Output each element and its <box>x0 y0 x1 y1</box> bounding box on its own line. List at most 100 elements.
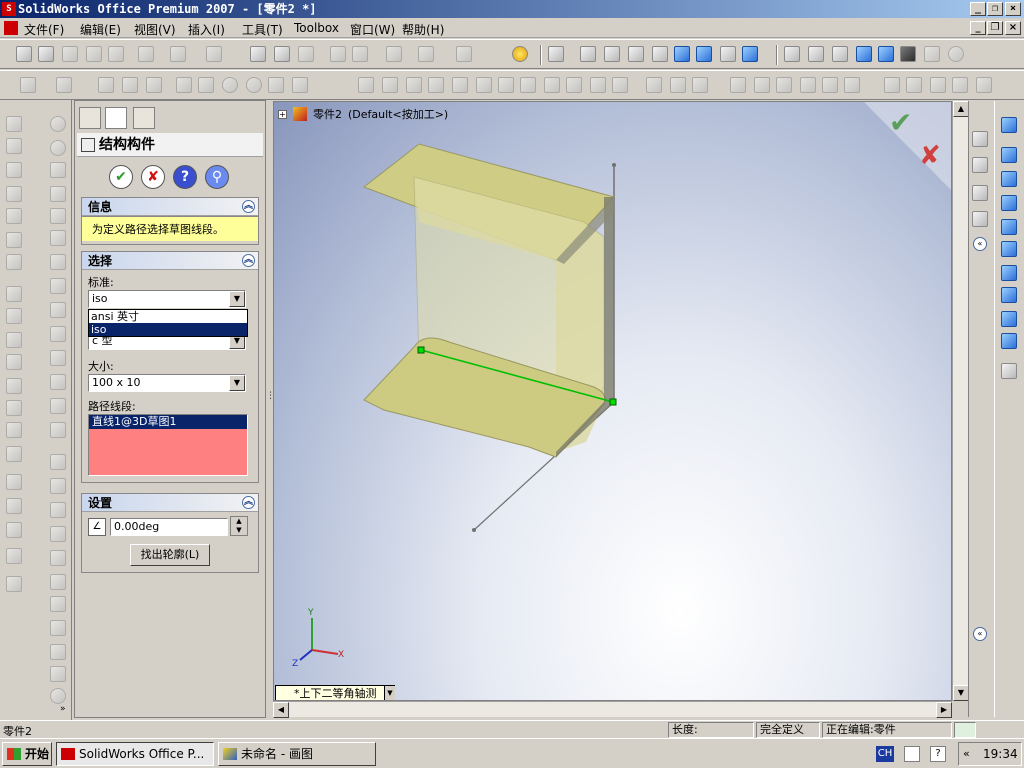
save-icon[interactable] <box>62 46 78 62</box>
hole-icon[interactable] <box>6 400 22 416</box>
menu-view[interactable]: 视图(V) <box>134 21 176 38</box>
3d-sketch-icon[interactable] <box>98 77 114 93</box>
start-button[interactable]: 开始 <box>2 742 52 766</box>
select-icon[interactable] <box>250 46 266 62</box>
offset-icon[interactable] <box>590 77 606 93</box>
graphics-vertical-scrollbar[interactable]: ▲ ▼ <box>952 101 969 701</box>
front-view-icon[interactable] <box>1001 147 1017 163</box>
input-language-indicator[interactable]: CH <box>876 746 894 762</box>
display-relations-icon[interactable] <box>844 77 860 93</box>
shaded-with-edges-icon[interactable] <box>856 46 872 62</box>
angle-icon[interactable] <box>50 230 66 246</box>
extruded-boss-icon[interactable] <box>6 116 22 132</box>
help-tray-icon[interactable]: ? <box>930 746 946 762</box>
rotate-icon[interactable] <box>776 77 792 93</box>
check-sketch-icon[interactable] <box>50 278 66 294</box>
lofted-boss-icon[interactable] <box>6 186 22 202</box>
fillet-icon[interactable] <box>544 77 560 93</box>
zoom-area-icon[interactable] <box>604 46 620 62</box>
menu-edit[interactable]: 编辑(E) <box>80 21 121 38</box>
polygon-icon[interactable] <box>382 77 398 93</box>
zoom-fit-icon[interactable] <box>580 46 596 62</box>
line-icon[interactable] <box>176 77 192 93</box>
angle-relation-icon[interactable] <box>50 422 66 438</box>
path-segment-item[interactable]: 直线1@3D草图1 <box>89 415 247 429</box>
gusset-icon[interactable] <box>50 478 66 494</box>
new-icon[interactable] <box>16 46 32 62</box>
dropdown-option-ansi[interactable]: ansi 英寸 <box>89 310 247 323</box>
end-cap-icon[interactable] <box>50 502 66 518</box>
home-icon[interactable] <box>972 131 988 147</box>
three-point-arc-icon[interactable] <box>292 77 308 93</box>
curves-icon[interactable] <box>6 522 22 538</box>
dropdown-option-iso[interactable]: iso <box>89 323 247 336</box>
keyboard-icon[interactable] <box>904 746 920 762</box>
zoom-in-out-icon[interactable] <box>628 46 644 62</box>
property-manager-tab-icon[interactable] <box>105 107 127 129</box>
pin-button[interactable]: ⚲ <box>205 165 229 189</box>
dimension-icon[interactable] <box>50 374 66 390</box>
trim-extend-icon[interactable] <box>50 526 66 542</box>
ref-geometry-icon[interactable] <box>6 548 22 564</box>
sketch-settings-icon[interactable] <box>976 77 992 93</box>
ok-button[interactable]: ✔ <box>109 165 133 189</box>
swept-boss-icon[interactable] <box>6 162 22 178</box>
doc-restore-button[interactable]: ❐ <box>987 21 1003 35</box>
hatch-icon[interactable] <box>50 620 66 636</box>
toolbar-expand-icon[interactable]: » <box>60 704 66 714</box>
chevron-down-icon[interactable]: ▼ <box>229 291 245 307</box>
taskbar-paint-button[interactable]: 未命名 - 画图 <box>218 742 376 766</box>
collapse-settings-icon[interactable]: ︽ <box>242 496 255 509</box>
print-icon[interactable] <box>86 46 102 62</box>
scroll-right-icon[interactable]: ▶ <box>936 702 952 718</box>
sketch-icon[interactable] <box>20 77 36 93</box>
rotate-view-icon[interactable] <box>674 46 690 62</box>
draft-icon[interactable] <box>6 354 22 370</box>
extend-icon[interactable] <box>670 77 686 93</box>
chevron-down-icon[interactable]: ▼ <box>384 686 395 700</box>
chamfer-icon[interactable] <box>566 77 582 93</box>
back-view-icon[interactable] <box>1001 171 1017 187</box>
convert-entities-icon[interactable] <box>612 77 628 93</box>
undo-icon[interactable] <box>170 46 186 62</box>
weld-icon[interactable] <box>50 454 66 470</box>
stretch-icon[interactable] <box>822 77 838 93</box>
chamfer-feature-icon[interactable] <box>6 308 22 324</box>
tray-expand-icon[interactable]: « <box>963 747 970 760</box>
fillet-feature-icon[interactable] <box>6 286 22 302</box>
chevron-down-icon[interactable]: ▼ <box>229 375 245 391</box>
file-properties-icon[interactable] <box>456 46 472 62</box>
path-segments-list[interactable]: 直线1@3D草图1 <box>88 414 248 476</box>
move-entity-icon[interactable] <box>50 350 66 366</box>
top-view-icon[interactable] <box>1001 241 1017 257</box>
angle-spinner[interactable]: ▲ ▼ <box>230 516 248 536</box>
bottom-view-icon[interactable] <box>1001 265 1017 281</box>
surface-icon[interactable] <box>50 574 66 590</box>
cross-icon[interactable] <box>50 208 66 224</box>
scroll-down-icon[interactable]: ▼ <box>953 685 969 701</box>
weldment-icon[interactable] <box>50 550 66 566</box>
view-orientation-icon[interactable] <box>742 46 758 62</box>
view-orientation-box[interactable]: *上下二等角轴测 ▼ <box>275 685 395 700</box>
grid-sketch-icon[interactable] <box>50 398 66 414</box>
shaded-icon[interactable] <box>878 46 894 62</box>
tangent-arc-icon[interactable] <box>268 77 284 93</box>
dimetric-view-icon[interactable] <box>1001 333 1017 349</box>
centerline-icon[interactable] <box>452 77 468 93</box>
minimize-button[interactable]: _ <box>970 2 986 16</box>
hidden-lines-visible-icon[interactable] <box>808 46 824 62</box>
realview-icon[interactable] <box>948 46 964 62</box>
menu-file[interactable]: 文件(F) <box>24 21 64 38</box>
quick-snaps-icon[interactable] <box>906 77 922 93</box>
graphics-horizontal-scrollbar[interactable]: ◀ ▶ <box>273 701 952 718</box>
plane-icon[interactable] <box>520 77 536 93</box>
roll-view-icon[interactable] <box>720 46 736 62</box>
previous-view-icon[interactable] <box>548 46 564 62</box>
rebuild-icon[interactable] <box>298 46 314 62</box>
open-icon[interactable] <box>38 46 54 62</box>
extruded-cut-icon[interactable] <box>6 208 22 224</box>
rib-icon[interactable] <box>6 378 22 394</box>
menu-tools[interactable]: 工具(T) <box>242 21 283 38</box>
scale-icon[interactable] <box>800 77 816 93</box>
shell-icon[interactable] <box>6 332 22 348</box>
